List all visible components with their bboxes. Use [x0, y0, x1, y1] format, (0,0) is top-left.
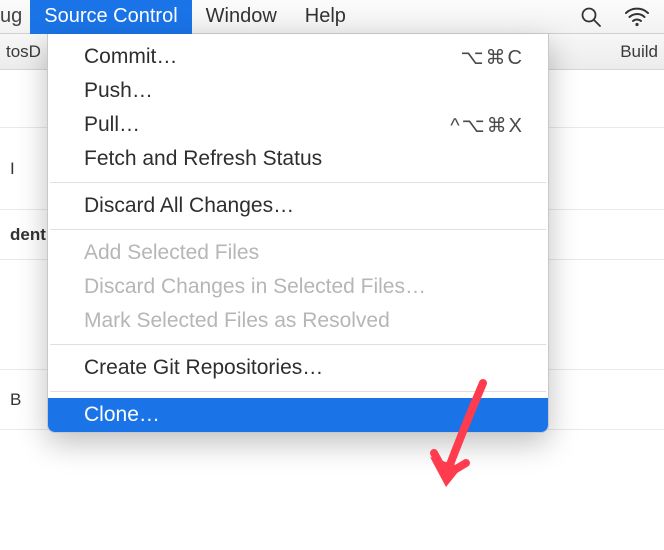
menubar-partial-left: ug: [0, 5, 30, 28]
menu-window[interactable]: Window: [192, 0, 291, 34]
menu-item-pull[interactable]: Pull… ^⌥⌘X: [48, 108, 548, 142]
menu-item-commit[interactable]: Commit… ⌥⌘C: [48, 40, 548, 74]
menu-item-clone[interactable]: Clone…: [48, 398, 548, 432]
menu-item-mark-resolved: Mark Selected Files as Resolved: [48, 304, 548, 338]
menu-item-shortcut: ⌥⌘C: [461, 45, 525, 70]
wifi-icon[interactable]: [624, 7, 650, 27]
menu-item-shortcut: ^⌥⌘X: [450, 113, 524, 138]
search-icon[interactable]: [580, 6, 602, 28]
menu-item-discard-all[interactable]: Discard All Changes…: [48, 189, 548, 223]
menu-item-label: Fetch and Refresh Status: [84, 147, 322, 171]
menu-item-fetch[interactable]: Fetch and Refresh Status: [48, 142, 548, 176]
menu-item-label: Create Git Repositories…: [84, 356, 323, 380]
menu-item-label: Add Selected Files: [84, 241, 259, 265]
menu-separator: [50, 229, 546, 230]
menu-item-add-selected: Add Selected Files: [48, 236, 548, 270]
menubar-status-area: [580, 6, 664, 28]
menu-separator: [50, 391, 546, 392]
source-control-dropdown: Commit… ⌥⌘C Push… Pull… ^⌥⌘X Fetch and R…: [47, 34, 549, 433]
menu-item-label: Discard All Changes…: [84, 194, 294, 218]
menu-item-label: Mark Selected Files as Resolved: [84, 309, 390, 333]
menu-item-push[interactable]: Push…: [48, 74, 548, 108]
menu-item-label: Commit…: [84, 45, 177, 69]
toolbar-right-label: Build: [620, 42, 658, 62]
menu-item-discard-selected: Discard Changes in Selected Files…: [48, 270, 548, 304]
menu-item-label: Discard Changes in Selected Files…: [84, 275, 426, 299]
menu-item-label: Clone…: [84, 403, 160, 427]
menu-item-label: Pull…: [84, 113, 140, 137]
menu-separator: [50, 182, 546, 183]
menu-item-create-git-repo[interactable]: Create Git Repositories…: [48, 351, 548, 385]
menubar: ug Source Control Window Help: [0, 0, 664, 34]
menu-source-control[interactable]: Source Control: [30, 0, 191, 34]
menu-separator: [50, 344, 546, 345]
menu-item-label: Push…: [84, 79, 153, 103]
toolbar-partial-left: tosD: [6, 42, 41, 62]
menu-help[interactable]: Help: [291, 0, 360, 34]
